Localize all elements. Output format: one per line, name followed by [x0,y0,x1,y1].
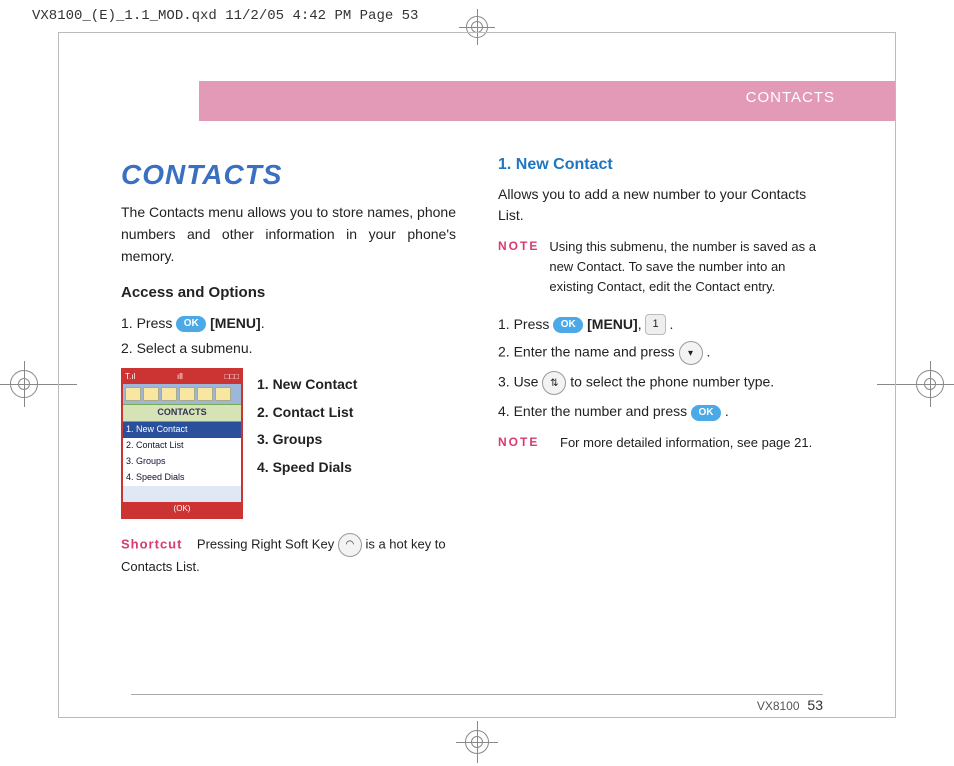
r1c: . [666,316,674,332]
page-frame: CONTACTS CONTACTS The Contacts menu allo… [58,32,896,718]
phone-signal-icon: T.ıl [125,371,135,383]
phone-row-3: 3. Groups [123,454,241,470]
crop-mark-right [916,370,944,398]
footer-rule [131,694,823,695]
model-label: VX8100 [757,699,800,713]
right-column: 1. New Contact Allows you to add a new n… [498,153,833,577]
r2b: . [703,344,711,360]
r-step-1: 1. Press OK [MENU], 1 . [498,314,833,336]
phone-row-4: 4. Speed Dials [123,470,241,486]
nav-down-icon: ▾ [679,341,703,365]
new-contact-intro: Allows you to add a new number to your C… [498,184,833,227]
ok-icon: OK [691,405,721,421]
content-columns: CONTACTS The Contacts menu allows you to… [121,153,833,577]
intro-text: The Contacts menu allows you to store na… [121,202,456,267]
submenu-item-2: 2. Contact List [257,402,357,424]
submenu-list: 1. New Contact 2. Contact List 3. Groups… [257,368,357,485]
ok-icon: OK [553,317,583,333]
r1a: 1. Press [498,316,553,332]
menu-label: [MENU] [210,315,261,331]
new-contact-heading: 1. New Contact [498,153,833,178]
step1-suffix: . [261,315,265,331]
submenu-block: T.ıl ıll □□□ CONTACTS 1. New Contact 2. … [121,368,456,518]
section-header-bar: CONTACTS [199,81,895,121]
note-2-text: For more detailed information, see page … [560,433,812,453]
note-label-2: NOTE [498,433,550,453]
step1-prefix: 1. Press [121,315,176,331]
note-1: NOTE Using this submenu, the number is s… [498,237,833,297]
submenu-item-1: 1. New Contact [257,374,357,396]
section-header-text: CONTACTS [746,89,835,106]
note-2: NOTE For more detailed information, see … [498,433,833,453]
phone-battery-icon: □□□ [224,371,239,383]
phone-row-2: 2. Contact List [123,438,241,454]
note-label-1: NOTE [498,237,539,297]
phone-banner: CONTACTS [123,404,241,422]
page-number-value: 53 [807,697,823,713]
menu-label: [MENU] [587,316,638,332]
phone-row-1: 1. New Contact [123,422,241,438]
phone-icon-row [123,384,241,404]
shortcut-text-a: Pressing Right Soft Key [197,536,338,551]
page-number: VX8100 53 [757,697,823,713]
ok-icon: OK [176,316,206,332]
r3b: to select the phone number type. [570,374,774,390]
submenu-item-3: 3. Groups [257,429,357,451]
crop-mark-bottom [465,730,489,754]
shortcut-label: Shortcut [121,536,182,551]
r-step-4: 4. Enter the number and press OK . [498,401,833,423]
crop-mark-left [10,370,38,398]
phone-screenshot: T.ıl ıll □□□ CONTACTS 1. New Contact 2. … [121,368,243,518]
r4a: 4. Enter the number and press [498,403,691,419]
access-heading: Access and Options [121,281,456,304]
shortcut-block: Shortcut Pressing Right Soft Key ◠ is a … [121,533,456,577]
phone-ok-row: (OK) [123,502,241,516]
one-key-icon: 1 [645,314,665,335]
r3a: 3. Use [498,374,542,390]
left-column: CONTACTS The Contacts menu allows you to… [121,153,456,577]
r4b: . [721,403,729,419]
r2a: 2. Enter the name and press [498,344,679,360]
r-step-3: 3. Use ⇅ to select the phone number type… [498,371,833,395]
nav-updown-icon: ⇅ [542,371,566,395]
submenu-item-4: 4. Speed Dials [257,457,357,479]
phone-status-icon: ıll [177,371,183,383]
step-1: 1. Press OK [MENU]. [121,313,456,335]
step-2: 2. Select a submenu. [121,338,456,360]
page-title: CONTACTS [121,153,456,196]
r-step-2: 2. Enter the name and press ▾ . [498,341,833,365]
file-header: VX8100_(E)_1.1_MOD.qxd 11/2/05 4:42 PM P… [32,8,418,24]
note-1-text: Using this submenu, the number is saved … [549,237,833,297]
soft-key-icon: ◠ [338,533,362,557]
r1b: , [638,316,646,332]
